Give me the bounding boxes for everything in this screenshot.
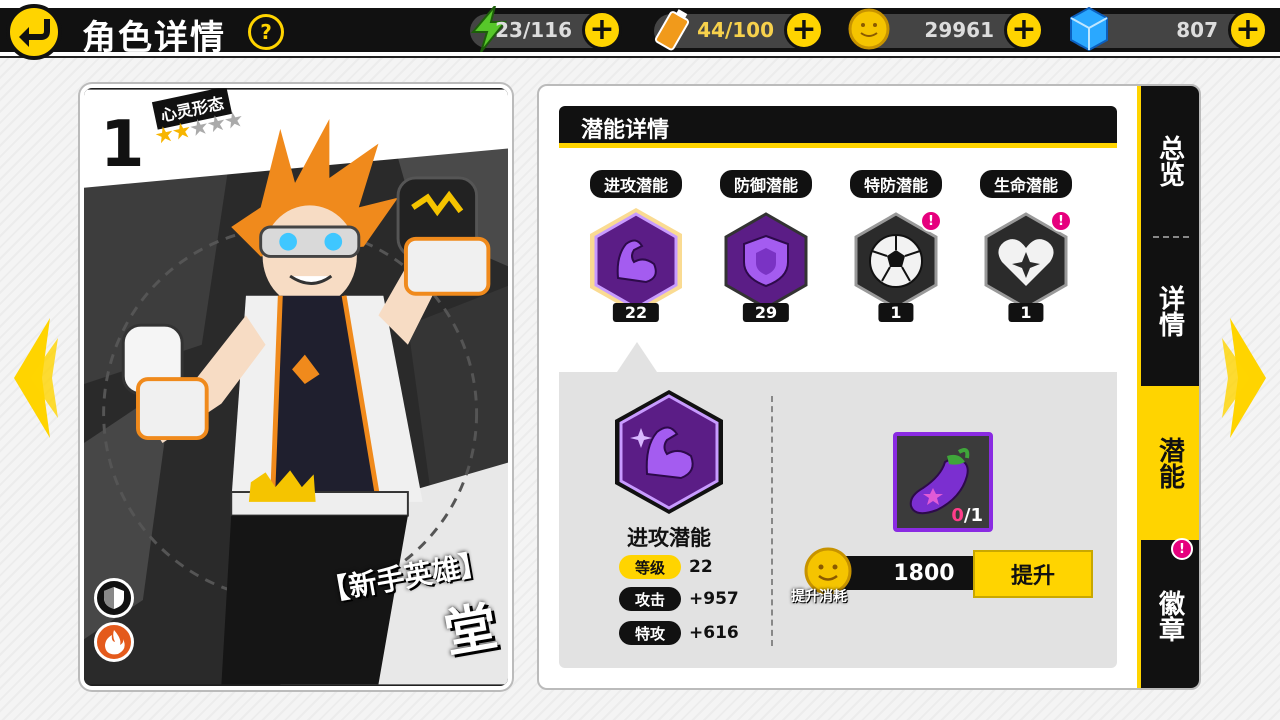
- hero-card: 1 心灵形态 ★★★★★ 【新手英雄】 堂: [80, 84, 512, 690]
- gem-counter: 807 +: [1070, 6, 1268, 52]
- potential-level: 22: [612, 303, 660, 322]
- side-tabs: 总览 详情 潜能 徽章 !: [1137, 86, 1199, 688]
- tab-potential[interactable]: 潜能: [1141, 386, 1199, 540]
- potential-label: 特防潜能: [849, 170, 942, 198]
- divider: [771, 396, 773, 646]
- coin-value: 29961: [924, 18, 994, 42]
- potential-level: 1: [878, 303, 914, 322]
- alert-badge: !: [1171, 538, 1193, 560]
- battery-value: 44/100: [697, 18, 774, 42]
- tab-badge[interactable]: 徽章: [1141, 540, 1199, 688]
- battery-icon: [648, 4, 698, 54]
- next-hero-arrow[interactable]: [1220, 318, 1270, 438]
- stat-attack: 攻击 +957: [619, 586, 739, 612]
- top-bar: 角色详情 ? 23/116 + 44/100 + 29961 + 807 +: [0, 0, 1280, 60]
- back-arrow-icon: [19, 19, 50, 47]
- potential-label: 进攻潜能: [589, 170, 682, 198]
- shield-icon: [724, 212, 808, 310]
- potential-list: 进攻潜能 22 防御潜能 29 特防潜能 1 ! 生命潜能 1 !: [559, 148, 1117, 374]
- potential-hex: 1 !: [846, 206, 946, 322]
- coin-counter: 29961 +: [848, 8, 1044, 50]
- potential-panel: 潜能详情 进攻潜能 22 防御潜能 29 特防潜能 1 ! 生命潜能 1 ! 进…: [537, 84, 1201, 690]
- tab-details[interactable]: 详情: [1141, 236, 1199, 386]
- defense-type-icon[interactable]: [94, 578, 134, 618]
- potential-level: 29: [742, 303, 790, 322]
- gem-value: 807: [1176, 18, 1218, 42]
- gem-cube-icon: [1064, 4, 1114, 54]
- stat-special-attack: 特攻 +616: [619, 620, 739, 646]
- section-title: 潜能详情: [559, 106, 1117, 148]
- stat-label: 等级: [619, 555, 681, 579]
- stamina-value: 23/116: [495, 18, 572, 42]
- detail-potential-name: 进攻潜能: [627, 526, 711, 550]
- page-title: 角色详情: [82, 18, 226, 58]
- alert-badge: !: [920, 210, 942, 232]
- upgrade-button[interactable]: 提升: [973, 550, 1093, 598]
- stamina-counter: 23/116 +: [470, 6, 622, 52]
- stat-value: 22: [689, 557, 713, 577]
- stat-label: 特攻: [619, 621, 681, 645]
- potential-label: 生命潜能: [979, 170, 1072, 198]
- flexed-arm-icon: [615, 390, 723, 514]
- potential-defense[interactable]: 防御潜能 29: [707, 170, 825, 322]
- add-gems-button[interactable]: +: [1228, 10, 1268, 50]
- material-count: 0/1: [951, 505, 983, 526]
- flexed-arm-icon: [590, 208, 682, 314]
- add-stamina-button[interactable]: +: [582, 10, 622, 50]
- add-battery-button[interactable]: +: [784, 10, 824, 50]
- potential-hex: 29: [716, 206, 816, 322]
- battery-counter: 44/100 +: [654, 9, 824, 51]
- add-coins-button[interactable]: +: [1004, 10, 1044, 50]
- material-owned: 0: [951, 505, 964, 526]
- potential-special-defense[interactable]: 特防潜能 1 !: [837, 170, 955, 322]
- help-button[interactable]: ?: [248, 14, 284, 50]
- detail-pointer: [617, 342, 657, 372]
- potential-health[interactable]: 生命潜能 1 !: [967, 170, 1085, 322]
- previous-hero-arrow[interactable]: [10, 318, 60, 438]
- material-required: /1: [963, 505, 983, 526]
- potential-detail: 进攻潜能 等级 22 攻击 +957 特攻 +616 0/1 1800 提升消耗…: [559, 342, 1117, 668]
- stat-value: +957: [689, 589, 739, 609]
- tab-overview[interactable]: 总览: [1141, 86, 1199, 236]
- coin-icon: [844, 4, 894, 54]
- alert-badge: !: [1050, 210, 1072, 232]
- material-item-slot[interactable]: 0/1: [893, 432, 993, 532]
- back-button[interactable]: [6, 4, 62, 60]
- fire-element-icon[interactable]: [94, 622, 134, 662]
- stat-label: 攻击: [619, 587, 681, 611]
- potential-label: 防御潜能: [719, 170, 812, 198]
- potential-hex: 1 !: [976, 206, 1076, 322]
- potential-level: 1: [1008, 303, 1044, 322]
- stat-value: +616: [689, 623, 739, 643]
- cost-label: 提升消耗: [791, 589, 847, 605]
- stat-level: 等级 22: [619, 554, 713, 580]
- potential-attack[interactable]: 进攻潜能 22: [577, 170, 695, 322]
- hero-rank: 1: [100, 108, 145, 182]
- potential-hex: 22: [586, 206, 686, 322]
